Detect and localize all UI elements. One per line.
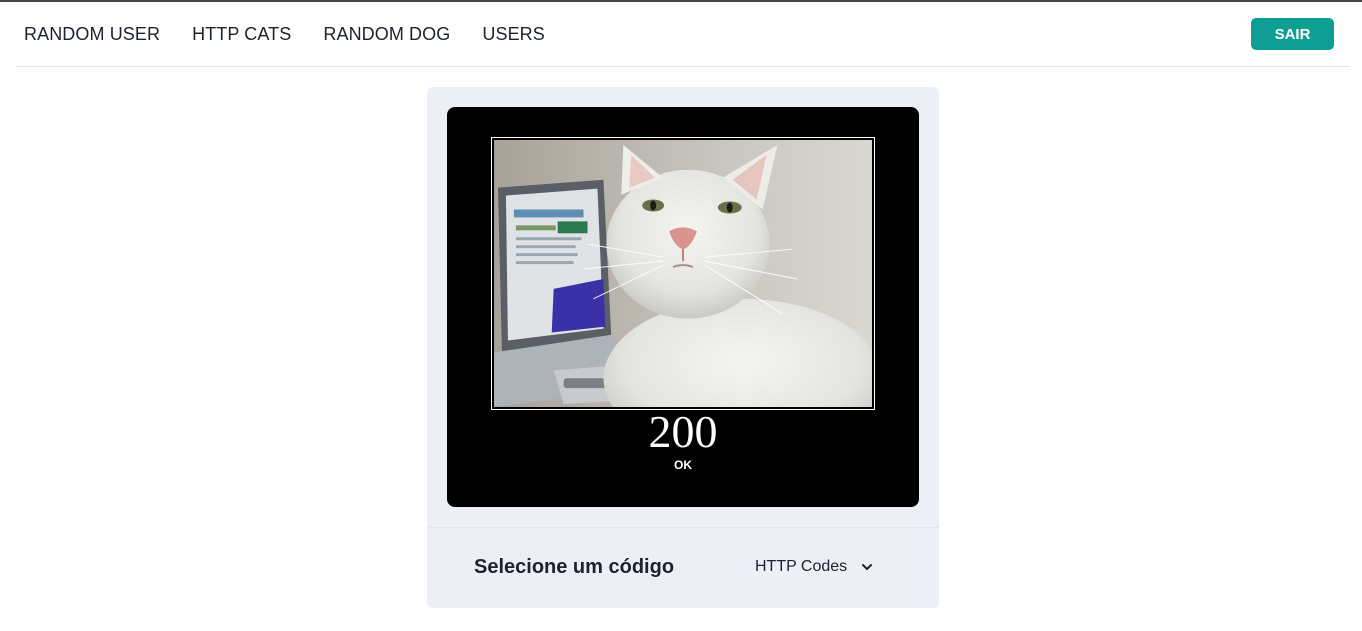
select-value: HTTP Codes (755, 558, 848, 575)
cat-photo-frame (491, 137, 875, 410)
navbar: RANDOM USER HTTP CATS RANDOM DOG USERS S… (16, 2, 1350, 67)
http-cat-card: 200 OK Selecione um código HTTP Codes (427, 87, 939, 608)
status-text: OK (674, 458, 692, 472)
nav-link-random-user[interactable]: RANDOM USER (24, 24, 160, 45)
logout-button[interactable]: SAIR (1251, 18, 1334, 50)
card-divider (427, 527, 939, 528)
nav-link-random-dog[interactable]: RANDOM DOG (323, 24, 450, 45)
nav-link-users[interactable]: USERS (482, 24, 545, 45)
http-code-select[interactable]: HTTP Codes (755, 555, 873, 579)
select-label: Selecione um código (474, 556, 675, 578)
cat-photo (494, 140, 872, 407)
nav-link-http-cats[interactable]: HTTP CATS (192, 24, 291, 45)
chevron-down-icon (862, 564, 873, 570)
http-cat-image: 200 OK (447, 107, 919, 507)
nav-links: RANDOM USER HTTP CATS RANDOM DOG USERS (24, 2, 545, 66)
status-code: 200 (648, 406, 718, 457)
